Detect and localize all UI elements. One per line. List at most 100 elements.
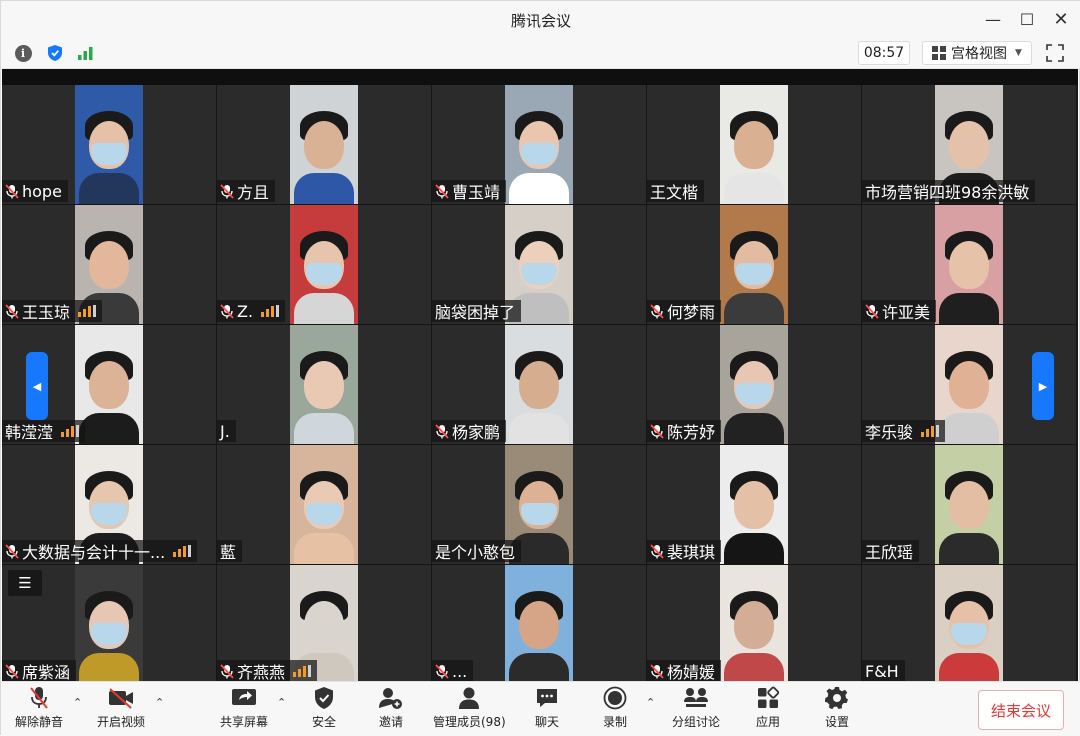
window-title: 腾讯会议 [510,12,571,30]
participant-nameplate: 大数据与会计十一... [2,540,198,562]
bottom-toolbar: 解除静音 ⌃ 开启视频 ⌃ 共享屏幕 ⌃ 安全 邀请 管理成员(98) 聊天 录… [1,681,1080,736]
participant-nameplate: 陈芳妤 [647,420,722,442]
video-area: hope 方且 曹玉靖 王文楷 市场营销四班98余洪敏王玉琼 Z. 脑袋困掉了 何梦雨 许亚美韩… [2,69,1078,685]
signal-strength-icon [78,305,97,317]
record-button[interactable]: 录制 [601,686,629,734]
signal-strength-icon [61,425,80,437]
signal-strength-icon [921,425,940,437]
participant-name: 王文楷 [650,183,699,202]
start-video-button[interactable]: 开启视频 [97,686,145,734]
participant-nameplate: 杨家鹏 [432,420,507,442]
maximize-button[interactable]: ☐ [1013,7,1041,31]
share-screen-button[interactable]: 共享屏幕 [220,686,268,734]
participant-tile[interactable]: 藍 [217,445,432,565]
fullscreen-icon[interactable] [1044,42,1066,64]
participant-nameplate: 许亚美 [862,300,937,322]
breakout-rooms-button[interactable]: 分组讨论 [672,686,720,734]
mic-muted-icon [650,543,664,559]
mic-muted-icon [865,303,879,319]
network-signal-icon[interactable] [75,42,97,64]
list-menu-icon[interactable]: ☰ [8,570,42,596]
manage-members-label: 管理成员(98) [433,715,506,729]
participant-video [505,565,573,684]
participant-tile[interactable]: 方且 [217,85,432,205]
participant-name: 韩滢滢 [5,423,54,442]
participant-tile[interactable]: 王欣瑶 [862,445,1077,565]
participant-nameplate: 韩滢滢 [2,420,86,442]
participant-tile[interactable]: 杨婧媛 [647,565,862,685]
participant-tile[interactable]: 陈芳妤 [647,325,862,445]
manage-members-button[interactable]: 管理成员(98) [433,686,506,734]
participant-tile[interactable]: 王文楷 [647,85,862,205]
participant-video [720,565,788,684]
participant-tile[interactable]: 大数据与会计十一... [2,445,217,565]
participant-name: 大数据与会计十一... [22,543,166,562]
video-options-caret[interactable]: ⌃ [155,696,164,709]
apps-button[interactable]: 应用 [754,686,782,734]
participant-tile[interactable]: hope [2,85,217,205]
prev-page-button[interactable]: ◀ [26,352,48,420]
mic-muted-icon [25,686,53,710]
participant-tile[interactable]: 曹玉靖 [432,85,647,205]
mic-muted-icon [5,663,19,679]
participant-nameplate: 方且 [217,180,276,202]
close-button[interactable]: ✕ [1047,7,1075,31]
signal-strength-icon [173,545,192,557]
participant-name: 许亚美 [882,303,931,322]
participant-name: 裴琪琪 [667,543,716,562]
meeting-info-icon[interactable]: i [12,42,34,64]
participant-name: 方且 [237,183,270,202]
participant-tile[interactable]: F&H [862,565,1077,685]
mic-muted-icon [220,183,234,199]
gear-icon [823,686,851,710]
record-options-caret[interactable]: ⌃ [646,696,655,709]
grid-view-icon [932,46,946,60]
caret-down-icon: ▼ [1015,48,1022,58]
share-options-caret[interactable]: ⌃ [277,696,286,709]
invite-button[interactable]: 邀请 [377,686,405,734]
audio-options-caret[interactable]: ⌃ [73,696,82,709]
participant-tile[interactable]: J. [217,325,432,445]
participant-tile[interactable]: Z. [217,205,432,325]
next-page-button[interactable]: ▶ [1032,352,1054,420]
signal-strength-icon [293,665,312,677]
participant-name: 何梦雨 [667,303,716,322]
participant-name: 杨家鹏 [452,423,501,442]
record-label: 录制 [602,715,627,729]
mic-muted-icon [5,543,19,559]
security-button[interactable]: 安全 [310,686,338,734]
participant-tile[interactable]: 市场营销四班98余洪敏 [862,85,1077,205]
participant-tile[interactable]: 许亚美 [862,205,1077,325]
participant-nameplate: 齐燕燕 [217,660,318,682]
participant-tile[interactable]: 裴琪琪 [647,445,862,565]
title-bar: 腾讯会议 — ☐ ✕ [1,1,1080,37]
shield-icon[interactable] [44,42,66,64]
participant-name: J. [220,421,230,441]
participant-video [935,325,1003,444]
participant-name: 陈芳妤 [667,423,716,442]
participant-name: 王欣瑶 [865,543,914,562]
participant-name: Z. [237,301,254,321]
participant-tile[interactable]: 齐燕燕 [217,565,432,685]
unmute-button[interactable]: 解除静音 [15,686,63,734]
participant-tile[interactable]: 王玉琼 [2,205,217,325]
participant-nameplate: 何梦雨 [647,300,722,322]
participant-tile[interactable]: 脑袋困掉了 [432,205,647,325]
mic-muted-icon [435,183,449,199]
participant-tile[interactable]: 杨家鹏 [432,325,647,445]
participant-tile[interactable]: 是个小憨包 [432,445,647,565]
participant-nameplate: F&H [862,660,905,682]
video-off-icon [107,686,135,710]
meeting-window: 腾讯会议 — ☐ ✕ i 08:57 宫格视图 ▼ hope 方且 曹玉靖 王文楷 市场… [0,0,1080,736]
minimize-button[interactable]: — [979,7,1007,31]
settings-button[interactable]: 设置 [823,686,851,734]
participant-tile[interactable]: ... [432,565,647,685]
chat-button[interactable]: 聊天 [533,686,561,734]
participant-video [720,325,788,444]
participant-video [75,565,143,684]
mic-muted-icon [220,663,234,679]
view-mode-select[interactable]: 宫格视图 ▼ [922,41,1032,65]
end-meeting-button[interactable]: 结束会议 [978,690,1064,730]
participant-tile[interactable]: 何梦雨 [647,205,862,325]
video-top-strip [2,69,1078,85]
